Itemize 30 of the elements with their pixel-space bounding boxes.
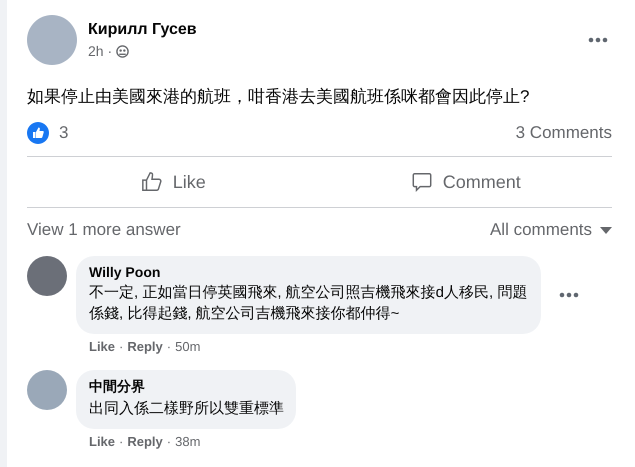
reply-link[interactable]: Reply bbox=[127, 339, 163, 354]
separator: · bbox=[166, 434, 172, 449]
more-icon bbox=[559, 292, 579, 298]
like-reaction-icon bbox=[27, 122, 49, 144]
more-icon bbox=[588, 37, 608, 43]
comment-icon bbox=[410, 171, 433, 193]
comment-count[interactable]: 3 Comments bbox=[516, 123, 612, 143]
caret-icon bbox=[600, 226, 612, 234]
commenter-name[interactable]: Willy Poon bbox=[89, 264, 529, 280]
reply-link[interactable]: Reply bbox=[127, 434, 163, 449]
separator: · bbox=[166, 339, 172, 354]
commenter-name[interactable]: 中間分界 bbox=[89, 378, 284, 396]
comment-button[interactable]: Comment bbox=[320, 157, 612, 207]
like-button[interactable]: Like bbox=[27, 157, 320, 207]
comment-time[interactable]: 50m bbox=[175, 339, 200, 354]
author-name[interactable]: Кирилл Гусев bbox=[88, 21, 573, 39]
sort-dropdown[interactable]: All comments bbox=[490, 220, 612, 240]
like-link[interactable]: Like bbox=[89, 434, 116, 449]
separator: · bbox=[119, 434, 124, 449]
view-more-link[interactable]: View 1 more answer bbox=[27, 220, 181, 240]
thumbs-up-icon bbox=[140, 171, 163, 193]
comment-text: 不一定, 正如當日停英國飛來, 航空公司照吉機飛來接d人移民, 問題係錢, 比得起錢, 航空公司吉機飛來接你都仲得~ bbox=[89, 283, 528, 324]
comment-time[interactable]: 38m bbox=[175, 434, 200, 449]
post-time[interactable]: 2h · bbox=[88, 43, 112, 59]
separator: · bbox=[119, 339, 124, 354]
reaction-count[interactable]: 3 bbox=[59, 123, 68, 143]
comment-text: 出同入係二樣野所以雙重標準 bbox=[89, 399, 284, 419]
post-text: 如果停止由美國來港的航班，咁香港去美國航班係咪都會因此停止? bbox=[27, 86, 530, 108]
like-link[interactable]: Like bbox=[89, 339, 116, 354]
avatar[interactable] bbox=[27, 256, 67, 296]
